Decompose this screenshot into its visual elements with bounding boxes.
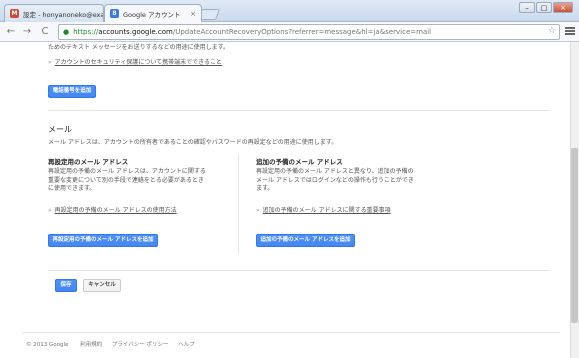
add-recovery-email-button[interactable]: 再設定用の予備のメール アドレスを追加 (48, 234, 158, 247)
bullet-icon: » (256, 207, 260, 214)
gmail-icon: M (10, 9, 19, 18)
google-icon: 8 (110, 9, 119, 18)
recovery-email-body: 再設定用の予備のメール アドレスは、アカウントに関する 重要な変更について別の手… (48, 168, 238, 194)
add-additional-email-button[interactable]: 追加の予備のメール アドレスを追加 (256, 234, 355, 247)
reload-icon[interactable]: C (38, 25, 52, 39)
footer: © 2013 Google 利用規約 プライバシー ポリシー ヘルプ (26, 340, 195, 348)
additional-email-link-row: » 追加の予備のメール アドレスに関する重要事項 (256, 205, 391, 214)
bookmark-star-icon[interactable]: ☆ (548, 26, 556, 36)
footer-divider (22, 332, 560, 333)
page-content: ためのテキスト メッセージをお送りするなどの用途に使用します。 » アカウントのセ… (0, 42, 570, 358)
body-line: 再設定用の予備のメール アドレスと異なり、追加の予備の (256, 168, 414, 175)
divider (48, 270, 550, 271)
tab-label: 設定 - honyanoneko@exa (23, 10, 104, 19)
body-line: ます。 (256, 185, 274, 192)
copyright: © 2013 Google (26, 342, 69, 348)
column-divider (238, 154, 239, 254)
forward-icon[interactable]: → (20, 25, 34, 39)
scrollbar-thumb[interactable] (571, 148, 578, 323)
divider (48, 110, 550, 111)
url-scheme: https:// (73, 28, 99, 36)
close-window-button[interactable]: × (553, 2, 573, 13)
phone-security-link-row: » アカウントのセキュリティ保護について携帯端末でできること (48, 57, 222, 66)
body-line: 再設定用の予備のメール アドレスは、アカウントに関する (48, 168, 206, 175)
bullet-icon: » (48, 59, 52, 66)
back-icon[interactable]: ← (4, 25, 18, 39)
email-section-description: メール アドレスは、アカウントの所有者であることの確認やパスワードの再設定などの… (48, 139, 338, 146)
lock-icon: ● (63, 28, 70, 36)
tab-google-account[interactable]: 8 Google アカウント × (104, 4, 202, 22)
phone-security-link[interactable]: アカウントのセキュリティ保護について携帯端末でできること (55, 59, 222, 66)
additional-email-title: 追加の予備のメール アドレス (256, 158, 343, 166)
close-icon[interactable]: × (190, 10, 196, 18)
chrome-menu-icon[interactable] (565, 27, 575, 36)
window-controls: – □ × (519, 2, 573, 13)
body-line: に使用できます。 (48, 185, 96, 192)
url-path: /UpdateAccountRecoveryOptions?referrer=m… (172, 28, 432, 36)
recovery-email-help-link[interactable]: 再設定用の予備のメール アドレスの使用方法 (55, 207, 177, 214)
add-phone-button[interactable]: 電話番号を追加 (48, 85, 96, 98)
browser-toolbar: ← → C ● https:// accounts.google.com /Up… (0, 22, 579, 42)
maximize-button[interactable]: □ (536, 2, 552, 13)
cancel-button[interactable]: キャンセル (83, 279, 121, 292)
bullet-icon: » (48, 207, 52, 214)
body-line: メール アドレスではログインなどの操作も行うことができ (256, 176, 414, 184)
save-button[interactable]: 保存 (55, 279, 77, 292)
email-section-heading: メール (48, 125, 72, 134)
terms-link[interactable]: 利用規約 (80, 342, 102, 348)
url-host: accounts.google.com (98, 28, 173, 36)
recovery-email-link-row: » 再設定用の予備のメール アドレスの使用方法 (48, 205, 177, 214)
additional-email-body: 再設定用の予備のメール アドレスと異なり、追加の予備の メール アドレスではログ… (256, 168, 446, 194)
minimize-button[interactable]: – (519, 2, 535, 13)
phone-description-tail: ためのテキスト メッセージをお送りするなどの用途に使用します。 (48, 44, 230, 51)
title-bar: M 設定 - honyanoneko@exa × 8 Google アカウント … (0, 0, 579, 22)
tab-gmail-settings[interactable]: M 設定 - honyanoneko@exa × (4, 4, 104, 22)
body-line: 重要な変更について別の手段で連絡をとる必要があるとき (48, 176, 204, 184)
additional-email-help-link[interactable]: 追加の予備のメール アドレスに関する重要事項 (263, 207, 391, 214)
help-link[interactable]: ヘルプ (178, 342, 195, 348)
recovery-email-title: 再設定用のメール アドレス (48, 158, 129, 166)
privacy-link[interactable]: プライバシー ポリシー (112, 342, 169, 348)
tab-label: Google アカウント (123, 10, 181, 19)
address-bar[interactable]: ● https:// accounts.google.com /UpdateAc… (58, 24, 560, 40)
